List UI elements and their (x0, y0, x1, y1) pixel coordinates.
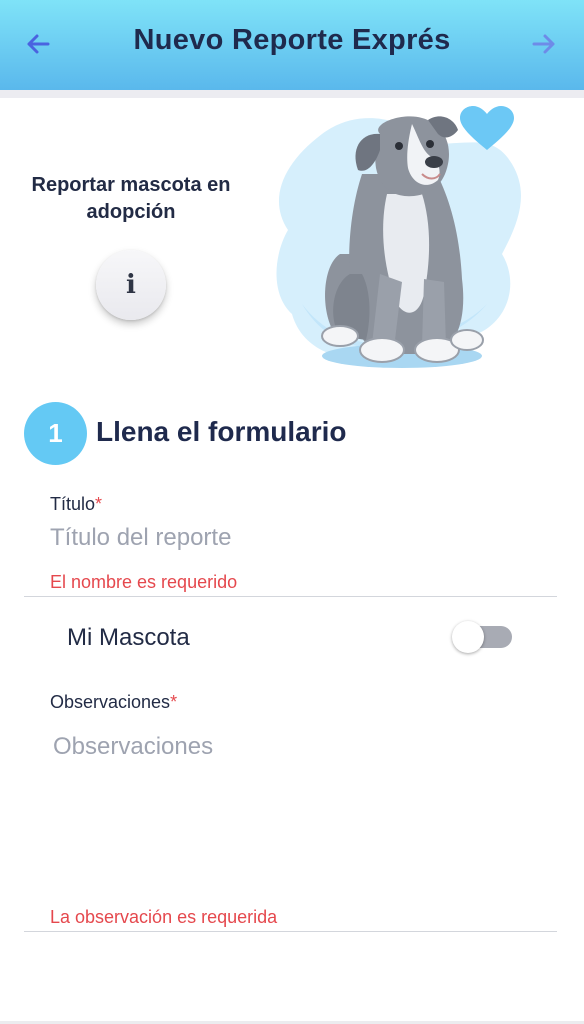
app-header: Nuevo Reporte Exprés (0, 0, 584, 90)
step-title: Llena el formulario (96, 416, 347, 447)
adoption-label: Reportar mascota en adopción (31, 174, 231, 223)
toggle-knob (452, 621, 484, 653)
observations-field-label: Observaciones* (50, 692, 177, 713)
page-title: Nuevo Reporte Exprés (133, 24, 451, 56)
my-pet-toggle[interactable] (452, 621, 514, 653)
info-button[interactable]: i (96, 250, 166, 320)
puppy-illustration (262, 104, 534, 380)
title-error-message: El nombre es requerido (50, 572, 238, 592)
required-asterisk: * (170, 692, 178, 712)
title-field-label: Título* (50, 494, 102, 515)
title-field-underline (24, 596, 557, 597)
required-asterisk: * (95, 494, 103, 514)
observations-field-underline (24, 931, 557, 932)
info-icon: i (126, 270, 136, 300)
observations-label-text: Observaciones (50, 692, 171, 712)
observations-textarea[interactable] (53, 733, 553, 903)
my-pet-toggle-label: Mi Mascota (67, 624, 190, 651)
arrow-right-icon[interactable] (528, 28, 560, 60)
step-number-badge: 1 (24, 402, 87, 465)
header-divider (0, 90, 584, 98)
title-label-text: Título (50, 494, 96, 514)
observations-error-message: La observación es requerida (50, 907, 278, 927)
title-input[interactable] (50, 520, 550, 556)
